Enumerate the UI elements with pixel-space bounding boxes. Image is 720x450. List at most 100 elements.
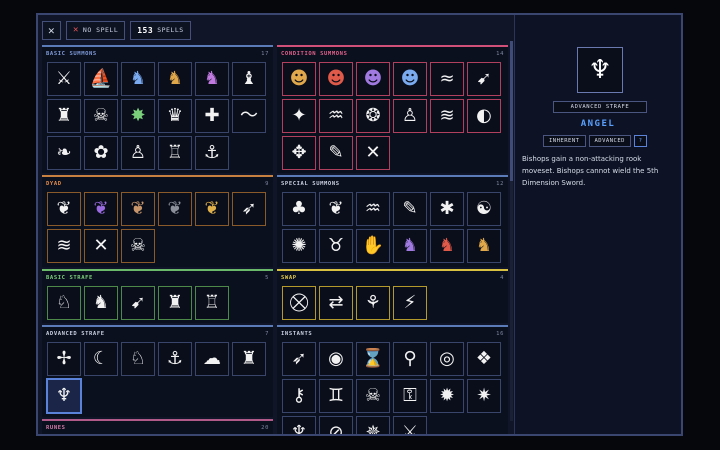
scroll-thumb[interactable] xyxy=(510,41,513,181)
crossbow-icon[interactable]: ➶ xyxy=(282,342,316,376)
eagle-icon[interactable]: ✥ xyxy=(282,136,316,170)
swap-arrows-icon[interactable]: ⇄ xyxy=(319,286,353,320)
wing-icon[interactable]: ❧ xyxy=(47,136,81,170)
feather-grey-icon[interactable]: ❦ xyxy=(158,192,192,226)
beast-icon[interactable]: ❂ xyxy=(356,99,390,133)
fish-icon[interactable]: ⚓ xyxy=(195,136,229,170)
slash-icon[interactable]: ⚡ xyxy=(393,286,427,320)
close-icon: ✕ xyxy=(47,23,56,37)
ship-icon[interactable]: ⛵ xyxy=(84,62,118,96)
lantern-icon[interactable]: ♖ xyxy=(158,136,192,170)
demon-blue-icon[interactable]: ☻ xyxy=(393,62,427,96)
castle-icon[interactable]: ♜ xyxy=(232,342,266,376)
close-button[interactable]: ✕ xyxy=(42,20,61,40)
spiked-orb-icon[interactable]: ✵ xyxy=(356,416,390,434)
anubis-red-icon[interactable]: ♞ xyxy=(430,229,464,263)
half-circle-icon[interactable]: ◐ xyxy=(467,99,501,133)
crescent-icon[interactable]: ☾ xyxy=(84,342,118,376)
wings-icon[interactable]: ♒ xyxy=(356,192,390,226)
feather-purple-icon[interactable]: ❦ xyxy=(84,192,118,226)
feather-white-icon[interactable]: ❦ xyxy=(47,192,81,226)
eye-slash-icon[interactable]: ⊘ xyxy=(319,416,353,434)
demon-red-icon[interactable]: ☻ xyxy=(319,62,353,96)
chains-icon[interactable]: ✕ xyxy=(356,136,390,170)
helmet-icon[interactable]: ♖ xyxy=(195,286,229,320)
angel-icon[interactable]: ♆ xyxy=(47,379,81,413)
scrollbar[interactable] xyxy=(510,41,513,421)
section-count: 9 xyxy=(265,181,269,187)
flower-hand-icon[interactable]: ✿ xyxy=(84,136,118,170)
anchor-icon[interactable]: ⚓ xyxy=(158,342,192,376)
tower-icon[interactable]: ♜ xyxy=(158,286,192,320)
crown-icon[interactable]: ♛ xyxy=(158,99,192,133)
duo-icon[interactable]: ♊ xyxy=(319,379,353,413)
horned-skull-icon[interactable]: ♉ xyxy=(319,229,353,263)
torch-icon[interactable]: ✎ xyxy=(319,136,353,170)
juggler-icon[interactable]: ⚘ xyxy=(356,286,390,320)
figure-icon[interactable]: ♙ xyxy=(393,99,427,133)
archer-icon[interactable]: ➹ xyxy=(121,286,155,320)
knight-purple-icon[interactable]: ♞ xyxy=(195,62,229,96)
rune-face-icon[interactable]: ❖ xyxy=(467,342,501,376)
hand-icon[interactable]: ✋ xyxy=(356,229,390,263)
eye-icon[interactable]: ◎ xyxy=(430,342,464,376)
spell-count-badge: 153 Spells xyxy=(130,20,191,40)
eyes-icon[interactable]: ◉ xyxy=(319,342,353,376)
detail-panel: ♆ Advanced Strafe Angel Inherent Advance… xyxy=(514,15,681,434)
pegasus-icon[interactable]: ♘ xyxy=(121,342,155,376)
demon-purple-icon[interactable]: ☻ xyxy=(356,62,390,96)
feather-tan-icon[interactable]: ❦ xyxy=(121,192,155,226)
spell-grid: ☻ ☻ ☻ ☻ ≈ ➹ ✦ ♒ ❂ ♙ ≋ ◐ ✥ ✎ ✕ xyxy=(277,60,508,172)
swords-icon[interactable]: ⚔ xyxy=(47,62,81,96)
grinning-skull-icon[interactable]: ☠ xyxy=(356,379,390,413)
waves-icon[interactable]: ≋ xyxy=(430,99,464,133)
telescope-icon[interactable]: ✎ xyxy=(393,192,427,226)
anubis-purple-icon[interactable]: ♞ xyxy=(393,229,427,263)
ufo-icon[interactable]: ⛒ xyxy=(282,286,316,320)
deer-icon[interactable]: ♞ xyxy=(84,286,118,320)
hourglass-icon[interactable]: ⌛ xyxy=(356,342,390,376)
ghost-icon[interactable]: ☁ xyxy=(195,342,229,376)
section-title: Dyad xyxy=(46,181,62,187)
bird-icon[interactable]: ✦ xyxy=(282,99,316,133)
wave-splash-icon[interactable]: ≋ xyxy=(47,229,81,263)
swords-cross-icon[interactable]: ⚔ xyxy=(393,416,427,434)
anubis-gold-icon[interactable]: ♞ xyxy=(467,229,501,263)
explosion-icon[interactable]: ✹ xyxy=(430,379,464,413)
windmill-icon[interactable]: ✢ xyxy=(47,342,81,376)
section-count: 5 xyxy=(265,275,269,281)
arrows-icon[interactable]: ➶ xyxy=(232,192,266,226)
knight-gold-icon[interactable]: ♞ xyxy=(158,62,192,96)
magnifier-icon[interactable]: ⚲ xyxy=(393,342,427,376)
skull-crossbones-icon[interactable]: ☠ xyxy=(121,229,155,263)
keyhole-icon[interactable]: ⚿ xyxy=(393,379,427,413)
spell-grid: ✢ ☾ ♘ ⚓ ☁ ♜ ♆ xyxy=(42,340,273,415)
green-creature-icon[interactable]: ✸ xyxy=(121,99,155,133)
burst-icon[interactable]: ✷ xyxy=(467,379,501,413)
crossed-arrows-icon[interactable]: ✕ xyxy=(84,229,118,263)
feather-gold-icon[interactable]: ❦ xyxy=(195,192,229,226)
no-spell-button[interactable]: ✕ No Spell xyxy=(66,20,126,40)
skull-icon[interactable]: ☠ xyxy=(84,99,118,133)
wave-icon[interactable]: 〜 xyxy=(232,99,266,133)
shield-cross-icon[interactable]: ✚ xyxy=(195,99,229,133)
leaves-icon[interactable]: ❦ xyxy=(319,192,353,226)
mask-icon[interactable]: ☯ xyxy=(467,192,501,226)
section-header: Dyad 9 xyxy=(42,178,273,190)
feathers-icon[interactable]: ≈ xyxy=(430,62,464,96)
horn-icon[interactable]: ➹ xyxy=(467,62,501,96)
figures-icon[interactable]: ♙ xyxy=(121,136,155,170)
bishop-icon[interactable]: ♝ xyxy=(232,62,266,96)
help-button[interactable]: ? xyxy=(634,135,647,147)
claw-icon[interactable]: ♆ xyxy=(282,416,316,434)
demon-gold-icon[interactable]: ☻ xyxy=(282,62,316,96)
tornado-icon[interactable]: ♒ xyxy=(319,99,353,133)
rook-icon[interactable]: ♜ xyxy=(47,99,81,133)
spider-icon[interactable]: ✱ xyxy=(430,192,464,226)
section-count: 17 xyxy=(261,51,269,57)
key-icon[interactable]: ⚷ xyxy=(282,379,316,413)
tree-icon[interactable]: ♣ xyxy=(282,192,316,226)
knight-shield-icon[interactable]: ♘ xyxy=(47,286,81,320)
knight-blue-icon[interactable]: ♞ xyxy=(121,62,155,96)
sparkle-icon[interactable]: ✺ xyxy=(282,229,316,263)
